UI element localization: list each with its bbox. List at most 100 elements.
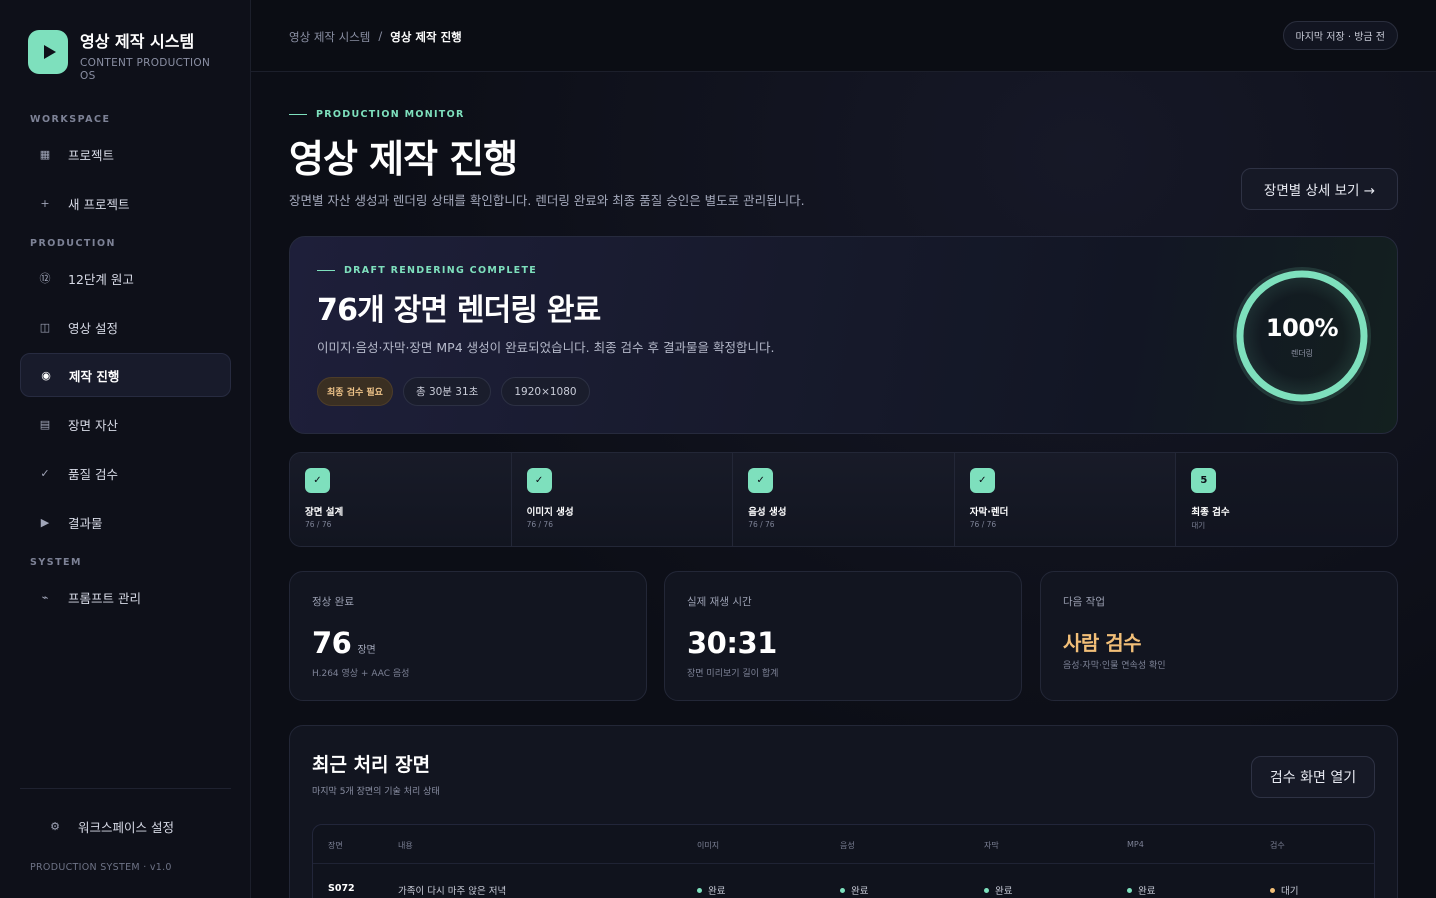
scene-detail-button[interactable]: 장면별 상세 보기 →: [1241, 168, 1398, 210]
stat-play-time: 실제 재생 시간 30:31 장면 미리보기 길이 합계: [664, 571, 1022, 701]
step-check-icon: ✓: [969, 468, 995, 493]
section-label-production: PRODUCTION: [30, 238, 116, 249]
sidebar-item-production-progress[interactable]: ◉ 제작 진행: [20, 353, 231, 397]
stat-value: 30:31: [687, 626, 777, 660]
eyebrow-line: [317, 270, 335, 271]
sidebar-item-new-project[interactable]: + 새 프로젝트: [20, 181, 231, 225]
stat-value: 76 장면: [312, 626, 376, 660]
status-dot: [697, 887, 702, 893]
cell-subtitle-status: 완료: [984, 883, 1012, 897]
sidebar-item-script[interactable]: ⑫ 12단계 원고: [20, 256, 231, 300]
status-text: 완료: [1138, 886, 1156, 897]
page-eyebrow-text: PRODUCTION MONITOR: [316, 109, 465, 120]
sidebar-item-label: 프롬프트 관리: [68, 590, 141, 606]
stat-sub: 장면 미리보기 길이 합계: [687, 669, 779, 679]
version-label: PRODUCTION SYSTEM · v1.0: [30, 862, 172, 873]
stat-next-task: 다음 작업 사람 검수 음성·자막·인물 연속성 확인: [1040, 571, 1398, 701]
step-name: 음성 생성: [748, 507, 787, 518]
gear-icon: ⚙: [50, 819, 60, 833]
step-scene-design[interactable]: ✓ 장면 설계 76 / 76: [290, 453, 512, 546]
status-text: 완료: [995, 886, 1013, 897]
progress-percent: 100%: [1265, 314, 1339, 342]
sidebar-item-label: 12단계 원고: [68, 271, 134, 287]
workspace-settings-label: 워크스페이스 설정: [78, 819, 174, 835]
step-count: 76 / 76: [526, 520, 553, 529]
sidebar-item-label: 제작 진행: [69, 368, 120, 384]
brand[interactable]: 영상 제작 시스템 CONTENT PRODUCTION OS: [28, 30, 220, 83]
cell-mp4-status: 완료: [1127, 883, 1155, 897]
cell-audio-status: 완료: [840, 883, 868, 897]
step-check-icon: ✓: [748, 468, 774, 493]
sidebar-item-video-settings[interactable]: ◫ 영상 설정: [20, 305, 231, 349]
recent-subtitle: 마지막 5개 장면의 기술 처리 상태: [312, 787, 440, 797]
status-dot: [840, 887, 845, 893]
workspace-settings[interactable]: ⚙ 워크스페이스 설정: [30, 804, 231, 848]
recent-scenes-panel: 최근 처리 장면 마지막 5개 장면의 기술 처리 상태 검수 화면 열기 장면…: [289, 725, 1398, 898]
topbar: 영상 제작 시스템 / 영상 제작 진행 마지막 저장 · 방금 전: [251, 0, 1436, 72]
step-count: 76 / 76: [969, 520, 997, 529]
recent-scenes-table: 장면 내용 이미지 음성 자막 MP4 검수 S072 가족이 다시 마주 앉은…: [312, 824, 1375, 898]
brand-title: 영상 제작 시스템: [80, 32, 195, 51]
hero-chips: 최종 검수 필요 총 30분 31초 1920×1080: [317, 377, 590, 406]
sidebar-item-scene-assets[interactable]: ▤ 장면 자산: [20, 402, 231, 446]
stat-value: 사람 검수: [1063, 631, 1142, 655]
step-name: 자막·렌더: [969, 507, 1009, 518]
column-header: 이미지: [697, 841, 720, 850]
page-title: 영상 제작 진행: [289, 137, 518, 181]
list-icon: ▤: [39, 417, 51, 431]
step-name: 장면 설계: [305, 507, 344, 518]
step-subtitle-render[interactable]: ✓ 자막·렌더 76 / 76: [954, 453, 1177, 546]
save-status-badge: 마지막 저장 · 방금 전: [1282, 21, 1398, 50]
numbered-circle-icon: ⑫: [39, 272, 51, 285]
duration-chip: 총 30분 31초: [402, 377, 492, 406]
page-description: 장면별 자산 생성과 렌더링 상태를 확인합니다. 렌더링 완료와 최종 품질 …: [289, 193, 805, 208]
open-review-button[interactable]: 검수 화면 열기: [1251, 756, 1375, 798]
status-text: 완료: [851, 886, 869, 897]
status-dot: [1127, 887, 1132, 893]
column-header: 내용: [398, 841, 413, 850]
progress-label: 렌더링: [1290, 349, 1314, 358]
review-required-badge: 최종 검수 필요: [317, 377, 393, 406]
pipeline-steps: ✓ 장면 설계 76 / 76 ✓ 이미지 생성 76 / 76 ✓ 음성 생성…: [289, 452, 1398, 547]
sidebar-item-label: 장면 자산: [68, 417, 118, 433]
play-logo-icon: [28, 30, 68, 74]
hero-eyebrow: DRAFT RENDERING COMPLETE: [317, 265, 537, 276]
column-header: 검수: [1270, 841, 1285, 850]
step-number-badge: 5: [1191, 468, 1217, 493]
step-count: 대기: [1191, 521, 1206, 530]
breadcrumb: 영상 제작 시스템 / 영상 제작 진행: [289, 29, 462, 45]
breadcrumb-root[interactable]: 영상 제작 시스템: [289, 29, 370, 45]
hero-eyebrow-text: DRAFT RENDERING COMPLETE: [344, 265, 538, 276]
target-icon: ◉: [41, 368, 51, 382]
resolution-chip: 1920×1080: [501, 377, 590, 406]
step-audio-generation[interactable]: ✓ 음성 생성 76 / 76: [733, 453, 955, 546]
sidebar-item-label: 프로젝트: [68, 147, 115, 163]
column-header: 자막: [984, 841, 999, 850]
sidebar-item-projects[interactable]: ▦ 프로젝트: [20, 132, 231, 176]
breadcrumb-separator: /: [378, 29, 383, 43]
step-count: 76 / 76: [748, 520, 775, 529]
stat-label: 다음 작업: [1063, 596, 1105, 608]
grid-icon: ▦: [39, 147, 51, 161]
cell-scene-id: S072: [328, 883, 355, 894]
status-dot: [984, 887, 989, 893]
sidebar: 영상 제작 시스템 CONTENT PRODUCTION OS WORKSPAC…: [0, 0, 251, 898]
sidebar-item-label: 결과물: [68, 515, 103, 531]
eyebrow-line: [289, 114, 307, 115]
cell-image-status: 완료: [697, 883, 725, 897]
stat-sub: 음성·자막·인물 연속성 확인: [1063, 661, 1166, 671]
sidebar-item-output[interactable]: ▶ 결과물: [20, 500, 231, 544]
stat-sub: H.264 영상 + AAC 음성: [312, 669, 410, 679]
prompt-icon: ⌁: [41, 590, 49, 604]
stat-label: 정상 완료: [312, 596, 354, 608]
cell-content: 가족이 다시 마주 앉은 저녁: [398, 886, 507, 897]
step-final-review[interactable]: 5 최종 검수 대기: [1176, 453, 1397, 546]
column-header: 장면: [328, 841, 343, 850]
breadcrumb-current: 영상 제작 진행: [390, 30, 462, 44]
sidebar-item-quality-review[interactable]: ✓ 품질 검수: [20, 451, 231, 495]
section-label-workspace: WORKSPACE: [30, 114, 111, 125]
step-image-generation[interactable]: ✓ 이미지 생성 76 / 76: [511, 453, 734, 546]
sidebar-item-prompts[interactable]: ⌁ 프롬프트 관리: [20, 575, 231, 619]
stat-completed: 정상 완료 76 장면 H.264 영상 + AAC 음성: [289, 571, 647, 701]
status-text: 완료: [708, 886, 726, 897]
